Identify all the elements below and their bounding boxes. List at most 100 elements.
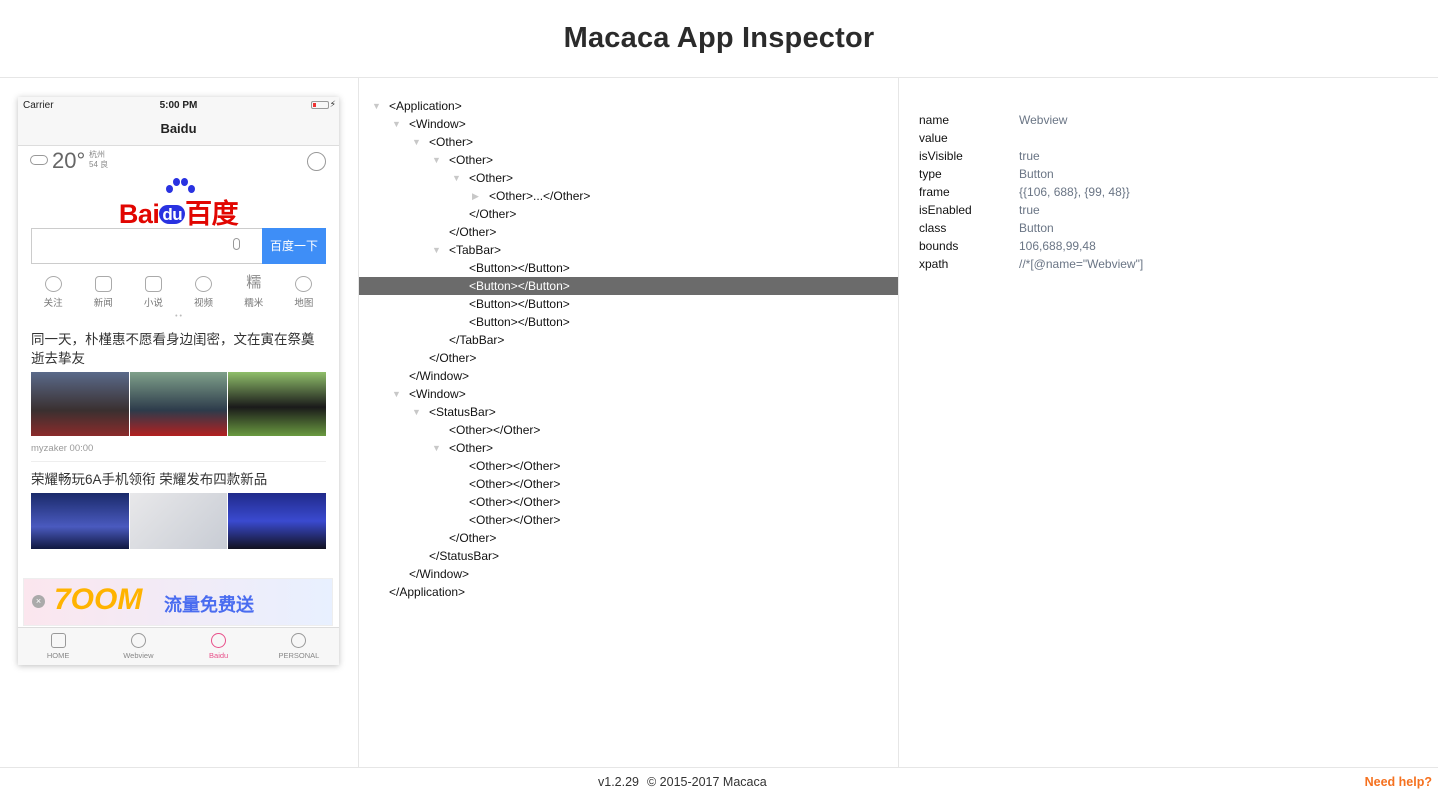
city-name: 杭州 xyxy=(89,150,105,159)
tree-node-label: <Button></Button> xyxy=(469,315,570,329)
tree-node[interactable]: <Button></Button> xyxy=(359,259,899,277)
tree-node[interactable]: </TabBar> xyxy=(359,331,899,349)
tree-node[interactable]: </Other> xyxy=(359,223,899,241)
collapse-icon[interactable]: ▼ xyxy=(432,241,441,259)
collapse-icon[interactable]: ▼ xyxy=(432,439,441,457)
close-icon[interactable]: × xyxy=(32,595,45,608)
copyright: © 2015-2017 Macaca xyxy=(647,775,767,789)
device-screen[interactable]: Carrier 5:00 PM ⚡ Baidu 20° 杭州 54 良 Bai d… xyxy=(18,97,339,665)
tree-node[interactable]: ▶ <Other>...</Other> xyxy=(359,187,899,205)
page-indicator: • • xyxy=(175,313,182,320)
tree-node-label: </Other> xyxy=(469,207,517,221)
news-image xyxy=(129,493,228,549)
collapse-icon[interactable]: ▼ xyxy=(412,133,421,151)
tree-node-label: <Window> xyxy=(409,117,466,131)
property-row: frame {{106, 688}, {99, 48}} xyxy=(919,183,1319,201)
property-row: class Button xyxy=(919,219,1319,237)
tree-node-label: <StatusBar> xyxy=(429,405,496,419)
news-item[interactable]: 荣耀畅玩6A手机领衔 荣耀发布四款新品 xyxy=(31,462,327,549)
news-image xyxy=(228,493,327,549)
quick-link-map[interactable]: 地图 xyxy=(284,276,324,314)
globe-icon xyxy=(130,633,146,648)
tree-node[interactable]: </Other> xyxy=(359,529,899,547)
property-value: true xyxy=(1019,149,1040,163)
collapse-icon[interactable]: ▼ xyxy=(392,115,401,133)
tree-node[interactable]: <Button></Button> xyxy=(359,277,898,295)
collapse-icon[interactable]: ▼ xyxy=(412,403,421,421)
tree-node[interactable]: ▼ <Other> xyxy=(359,133,899,151)
person-icon xyxy=(291,633,307,648)
property-row: value xyxy=(919,129,1319,147)
tree-node-label: </Window> xyxy=(409,567,470,581)
tree-node-label: <Other></Other> xyxy=(469,513,561,527)
tree-node[interactable]: ▼ <Window> xyxy=(359,115,899,133)
banner-text: 流量免费送 xyxy=(164,595,254,615)
tree-node[interactable]: </Window> xyxy=(359,565,899,583)
app-header: Macaca App Inspector xyxy=(0,0,1438,78)
tree-node[interactable]: ▼ <TabBar> xyxy=(359,241,899,259)
tree-node[interactable]: <Other></Other> xyxy=(359,421,899,439)
user-avatar-icon[interactable] xyxy=(307,152,326,171)
quick-link-nuomi[interactable]: 糯糯米 xyxy=(234,275,274,314)
property-value: true xyxy=(1019,203,1040,217)
help-link[interactable]: Need help? xyxy=(1365,775,1432,789)
microphone-icon[interactable] xyxy=(233,238,240,250)
tree-node-label: </Other> xyxy=(429,351,477,365)
expand-icon[interactable]: ▶ xyxy=(472,187,479,205)
tree-node-label: <Other></Other> xyxy=(469,495,561,509)
version-label: v1.2.29 xyxy=(598,775,640,789)
tree-node[interactable]: <Other></Other> xyxy=(359,493,899,511)
properties-panel: name Webview value isVisible true type Button f… xyxy=(899,78,1438,767)
tree-node[interactable]: </Other> xyxy=(359,205,899,223)
news-image xyxy=(31,493,129,549)
tree-node[interactable]: ▼ <Window> xyxy=(359,385,899,403)
news-meta: myzaker 00:00 xyxy=(31,436,326,462)
quick-link-news[interactable]: 新闻 xyxy=(83,276,123,314)
quick-link-video[interactable]: 视频 xyxy=(184,276,224,314)
tree-node[interactable]: </StatusBar> xyxy=(359,547,899,565)
collapse-icon[interactable]: ▼ xyxy=(372,97,381,115)
tree-node[interactable]: </Application> xyxy=(359,583,899,601)
tree-node-label: <Other></Other> xyxy=(449,423,541,437)
tree-node[interactable]: <Other></Other> xyxy=(359,475,899,493)
tree-node[interactable]: </Window> xyxy=(359,367,899,385)
tree-node[interactable]: <Other></Other> xyxy=(359,511,899,529)
tab-home[interactable]: HOME xyxy=(18,628,98,665)
news-image xyxy=(228,372,327,436)
tree-node[interactable]: <Button></Button> xyxy=(359,313,899,331)
weather-widget[interactable]: 20° 杭州 54 良 xyxy=(18,146,339,176)
property-key: frame xyxy=(919,185,950,199)
home-icon xyxy=(50,633,66,648)
tree-node[interactable]: <Button></Button> xyxy=(359,295,899,313)
collapse-icon[interactable]: ▼ xyxy=(392,385,401,403)
tab-baidu[interactable]: Baidu xyxy=(179,628,259,665)
tree-node[interactable]: ▼ <StatusBar> xyxy=(359,403,899,421)
tree-node[interactable]: ▼ <Other> xyxy=(359,169,899,187)
property-key: xpath xyxy=(919,257,949,271)
tree-node-label: <Other>...</Other> xyxy=(489,189,591,203)
collapse-icon[interactable]: ▼ xyxy=(432,151,441,169)
tree-node[interactable]: <Other></Other> xyxy=(359,457,899,475)
tree-node-label: <Other> xyxy=(469,171,514,185)
tab-webview[interactable]: Webview xyxy=(98,628,178,665)
news-item[interactable]: 同一天，朴槿惠不愿看身边闺密，文在寅在祭奠逝去挚友 myzaker 00:00 xyxy=(31,322,327,462)
tree-node[interactable]: </Other> xyxy=(359,349,899,367)
property-row: bounds 106,688,99,48 xyxy=(919,237,1319,255)
news-image xyxy=(31,372,129,436)
property-value: Button xyxy=(1019,167,1054,181)
search-button[interactable]: 百度一下 xyxy=(262,228,326,264)
collapse-icon[interactable]: ▼ xyxy=(452,169,461,187)
device-screenshot-panel: Carrier 5:00 PM ⚡ Baidu 20° 杭州 54 良 Bai d… xyxy=(0,78,359,767)
ad-banner[interactable]: × 7OOM 流量免费送 xyxy=(23,578,333,626)
tab-personal[interactable]: PERSONAL xyxy=(259,628,339,665)
weather-location: 杭州 54 良 xyxy=(89,150,108,170)
news-feed: 同一天，朴槿惠不愿看身边闺密，文在寅在祭奠逝去挚友 myzaker 00:00 … xyxy=(18,322,339,549)
quick-link-novel[interactable]: 小说 xyxy=(133,276,173,314)
quick-link-follow[interactable]: 关注 xyxy=(33,276,73,314)
tree-node[interactable]: ▼ <Other> xyxy=(359,151,899,169)
tree-node-label: <Other></Other> xyxy=(469,459,561,473)
tree-node[interactable]: ▼ <Application> xyxy=(359,97,899,115)
search-input[interactable] xyxy=(31,228,263,264)
book-icon xyxy=(144,276,162,292)
tree-node[interactable]: ▼ <Other> xyxy=(359,439,899,457)
